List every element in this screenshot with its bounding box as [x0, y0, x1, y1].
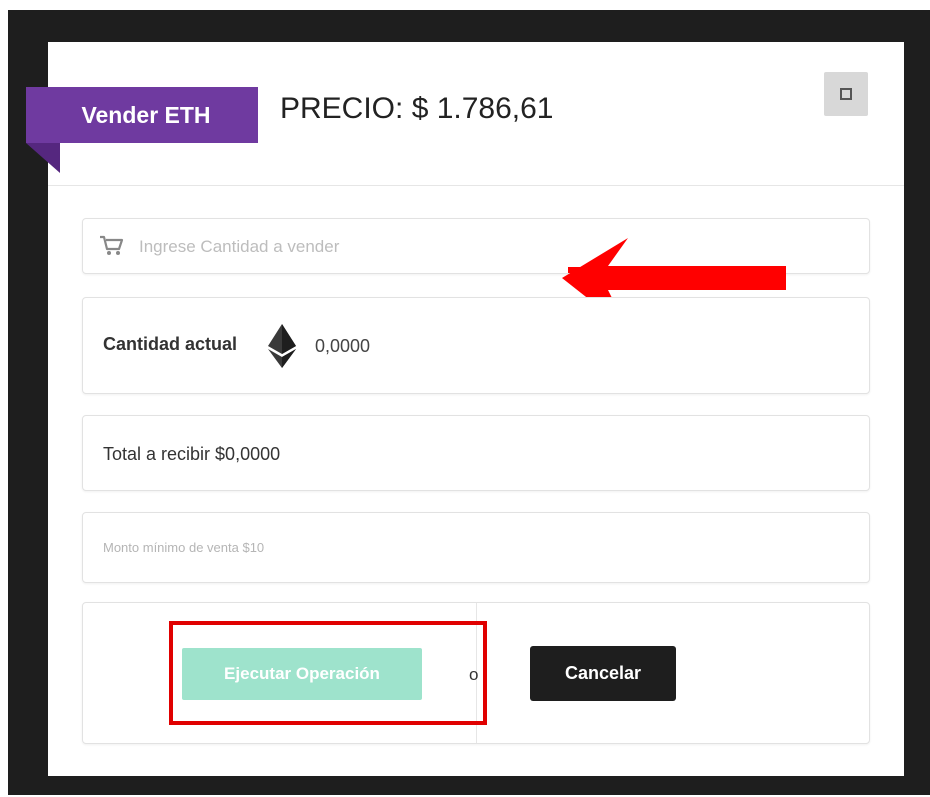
or-separator: o: [469, 665, 479, 684]
sell-eth-ribbon: Vender ETH: [26, 87, 258, 143]
ethereum-icon: [268, 324, 296, 368]
min-sale-card: Monto mínimo de venta $10: [82, 512, 870, 583]
cart-icon: [100, 235, 124, 255]
annotation-highlight-box: [169, 621, 487, 725]
close-button[interactable]: [824, 72, 868, 116]
close-square-icon: [840, 88, 852, 100]
sell-amount-input[interactable]: [137, 229, 521, 265]
min-sale-notice: Monto mínimo de venta $10: [103, 540, 265, 555]
sell-modal: Vender ETH PRECIO: $ 1.786,61 Cantidad a…: [26, 42, 904, 776]
price-label: PRECIO: $ 1.786,61: [280, 92, 554, 125]
current-amount-value: 0,0000: [315, 336, 371, 356]
total-receive-card: Total a recibir $0,0000: [82, 415, 870, 491]
ribbon-fold: [26, 143, 60, 173]
ribbon-label: Vender ETH: [81, 101, 211, 128]
current-amount-label: Cantidad actual: [103, 334, 238, 354]
action-card: Ejecutar Operación o Cancelar: [82, 602, 870, 744]
modal-header: Vender ETH PRECIO: $ 1.786,61: [26, 42, 904, 186]
current-amount-card: Cantidad actual 0,0000: [82, 297, 870, 394]
cancel-button[interactable]: Cancelar: [530, 646, 676, 701]
total-receive-label: Total a recibir $0,0000: [103, 444, 281, 464]
